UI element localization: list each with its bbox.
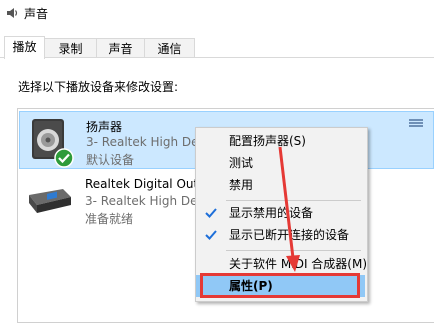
menu-item-disable[interactable]: 禁用: [196, 174, 365, 196]
device-status: 准备就绪: [85, 212, 134, 226]
menu-item-configure-speakers[interactable]: 配置扬声器(S): [196, 130, 365, 152]
default-check-icon: [54, 148, 74, 168]
menu-separator: [226, 200, 361, 201]
device-driver: 3- Realtek High De: [85, 194, 198, 208]
menu-item-test[interactable]: 测试: [196, 152, 365, 174]
menu-item-properties[interactable]: 属性(P): [196, 275, 365, 297]
instruction-text: 选择以下播放设备来修改设置:: [18, 80, 179, 94]
menu-item-show-disabled-devices[interactable]: 显示禁用的设备: [196, 202, 365, 224]
device-name: Realtek Digital Out: [85, 177, 199, 191]
device-name: 扬声器: [86, 120, 123, 134]
context-menu: 配置扬声器(S) 测试 禁用 显示禁用的设备 显示已断开连接的设备 关于软件 M…: [195, 127, 368, 302]
speaker-icon: [7, 8, 18, 18]
menu-item-show-disconnected-devices[interactable]: 显示已断开连接的设备: [196, 224, 365, 246]
checkmark-icon: [205, 230, 217, 240]
menu-separator: [226, 250, 361, 251]
list-grip-icon: [409, 119, 423, 128]
tab-sounds[interactable]: 声音: [96, 38, 145, 58]
device-driver: 3- Realtek High De: [86, 135, 199, 149]
digital-output-icon: [29, 189, 71, 213]
tab-playback[interactable]: 播放: [4, 36, 45, 59]
tab-communications[interactable]: 通信: [144, 38, 195, 58]
title-bar: 声音: [0, 0, 434, 28]
checkmark-icon: [205, 208, 217, 218]
window-title: 声音: [24, 7, 49, 21]
device-status: 默认设备: [86, 153, 135, 167]
tab-recording[interactable]: 录制: [44, 38, 97, 58]
menu-item-about-midi-synth[interactable]: 关于软件 MIDI 合成器(M): [196, 253, 367, 275]
tab-strip: 播放 录制 声音 通信: [0, 36, 434, 59]
